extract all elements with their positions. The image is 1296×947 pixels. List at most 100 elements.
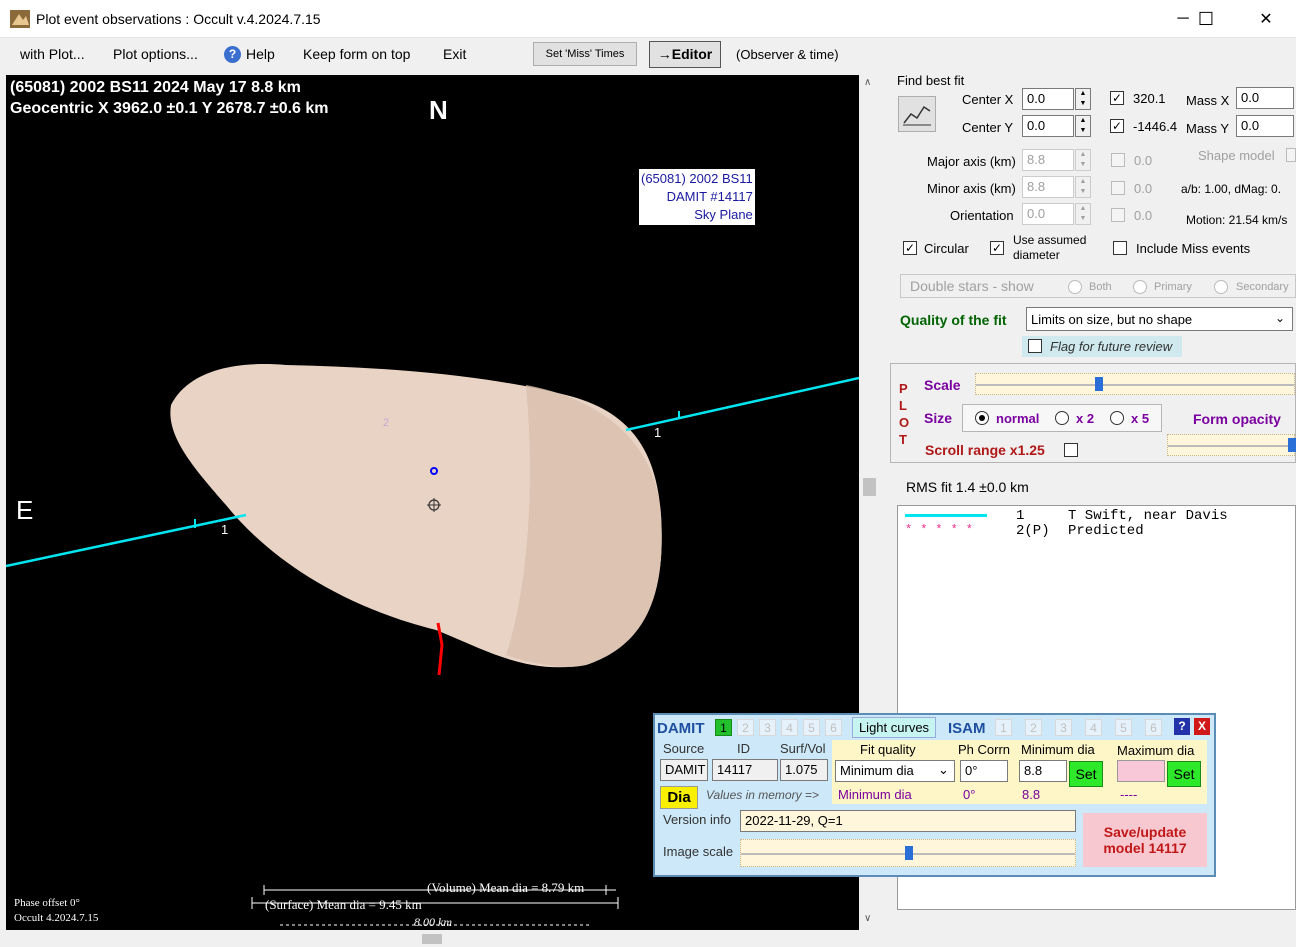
- app-icon: [10, 10, 30, 28]
- center-y-checkbox[interactable]: ✓: [1110, 119, 1124, 133]
- center-x-label: Center X: [962, 92, 1014, 107]
- flag-review-checkbox[interactable]: [1028, 339, 1042, 353]
- legend-num-1: 1: [1016, 508, 1025, 524]
- id-field: 14117: [712, 759, 778, 781]
- shape-model-checkbox[interactable]: [1286, 148, 1296, 162]
- size-x5-label: x 5: [1131, 411, 1150, 426]
- major-axis-input[interactable]: 8.8: [1022, 149, 1074, 171]
- damit-panel: DAMIT 1 2 3 4 5 6 Light curves ISAM 1 2 …: [653, 713, 1216, 877]
- size-normal-radio[interactable]: [975, 411, 989, 425]
- chord-right: [625, 376, 859, 432]
- damit-model-3[interactable]: 3: [759, 719, 776, 736]
- maximize-button[interactable]: ☐: [1183, 0, 1229, 38]
- primary-label: Primary: [1154, 281, 1192, 293]
- damit-model-4[interactable]: 4: [781, 719, 798, 736]
- ph-corr-field[interactable]: 0°: [960, 760, 1008, 782]
- fit-quality-select[interactable]: Minimum dia ⌄: [835, 760, 955, 782]
- double-stars-group: Double stars - show Both Primary Seconda…: [900, 274, 1296, 298]
- help-icon-button[interactable]: ?: [1174, 718, 1190, 735]
- damit-model-6[interactable]: 6: [825, 719, 842, 736]
- image-scale-thumb[interactable]: [905, 846, 913, 860]
- editor-button[interactable]: →Editor: [649, 41, 721, 68]
- legend-line-observed: [905, 514, 987, 517]
- minor-axis-value: 0.0: [1134, 181, 1153, 196]
- mem-ph-corr: 0°: [963, 787, 976, 802]
- form-opacity-thumb[interactable]: [1288, 438, 1296, 452]
- help-icon: ?: [224, 46, 241, 63]
- scroll-range-checkbox[interactable]: [1064, 443, 1078, 457]
- mass-x-input[interactable]: 0.0: [1236, 87, 1294, 109]
- form-opacity-slider[interactable]: [1167, 434, 1296, 456]
- image-scale-slider[interactable]: [740, 839, 1076, 867]
- plot-horizontal-scrollbar[interactable]: [0, 931, 860, 947]
- observer-time-label[interactable]: (Observer & time): [736, 47, 839, 62]
- chevron-down-icon: ⌄: [1275, 311, 1286, 325]
- damit-model-5[interactable]: 5: [803, 719, 820, 736]
- mass-y-label: Mass Y: [1186, 121, 1230, 136]
- isam-model-3[interactable]: 3: [1055, 719, 1072, 736]
- min-dia-field[interactable]: 8.8: [1019, 760, 1067, 782]
- damit-model-1[interactable]: 1: [715, 719, 732, 736]
- set-min-dia-button[interactable]: Set: [1069, 761, 1103, 787]
- form-opacity-label: Form opacity: [1193, 411, 1281, 427]
- center-x-checkbox[interactable]: ✓: [1110, 91, 1124, 105]
- orientation-spinner[interactable]: ▲ ▼: [1075, 203, 1091, 225]
- major-axis-value: 0.0: [1134, 153, 1153, 168]
- flag-review-label: Flag for future review: [1050, 339, 1173, 354]
- plot-side-label: PLOT: [899, 381, 910, 447]
- menu-plot-options[interactable]: Plot options...: [113, 46, 198, 62]
- circular-checkbox[interactable]: ✓: [903, 241, 917, 255]
- flag-review-row[interactable]: Flag for future review: [1022, 336, 1182, 357]
- minor-axis-input[interactable]: 8.8: [1022, 176, 1074, 198]
- damit-label: DAMIT: [657, 720, 705, 737]
- center-y-input[interactable]: 0.0: [1022, 115, 1074, 137]
- set-miss-times-button[interactable]: Set 'Miss' Times: [533, 42, 637, 66]
- plot-settings-panel: PLOT Scale Size normal x 2 x 5 Form opac…: [890, 363, 1296, 463]
- image-scale-label: Image scale: [663, 844, 734, 859]
- center-y-spinner[interactable]: ▲ ▼: [1075, 115, 1091, 137]
- menu-help[interactable]: Help: [246, 46, 275, 62]
- center-x-spinner[interactable]: ▲ ▼: [1075, 88, 1091, 110]
- quality-fit-select[interactable]: Limits on size, but no shape ⌄: [1026, 307, 1293, 331]
- center-y-value: -1446.4: [1133, 119, 1178, 134]
- find-best-fit-label: Find best fit: [897, 73, 965, 88]
- light-curves-button[interactable]: Light curves: [852, 717, 936, 738]
- size-x2-radio[interactable]: [1055, 411, 1069, 425]
- scale-slider-thumb[interactable]: [1095, 377, 1103, 391]
- max-dia-field[interactable]: [1117, 760, 1165, 782]
- close-button[interactable]: ✕: [1243, 0, 1289, 38]
- include-miss-checkbox[interactable]: [1113, 241, 1127, 255]
- use-assumed-checkbox[interactable]: ✓: [990, 241, 1004, 255]
- damit-model-2[interactable]: 2: [737, 719, 754, 736]
- close-icon-button[interactable]: X: [1194, 718, 1210, 735]
- find-best-fit-button[interactable]: [898, 96, 936, 132]
- save-update-model-button[interactable]: Save/update model 14117: [1083, 813, 1207, 867]
- menu-with-plot[interactable]: with Plot...: [20, 46, 85, 62]
- both-radio[interactable]: [1068, 280, 1082, 294]
- occult-version: Occult 4.2024.7.15: [14, 912, 99, 924]
- primary-radio[interactable]: [1133, 280, 1147, 294]
- major-axis-checkbox[interactable]: [1111, 153, 1125, 167]
- mass-y-input[interactable]: 0.0: [1236, 115, 1294, 137]
- orientation-checkbox[interactable]: [1111, 208, 1125, 222]
- minor-axis-spinner[interactable]: ▲ ▼: [1075, 176, 1091, 198]
- secondary-radio[interactable]: [1214, 280, 1228, 294]
- set-max-dia-button[interactable]: Set: [1167, 761, 1201, 787]
- menu-keep-on-top[interactable]: Keep form on top: [303, 46, 410, 62]
- isam-model-6[interactable]: 6: [1145, 719, 1162, 736]
- isam-model-1[interactable]: 1: [995, 719, 1012, 736]
- isam-model-4[interactable]: 4: [1085, 719, 1102, 736]
- isam-model-5[interactable]: 5: [1115, 719, 1132, 736]
- isam-label: ISAM: [948, 720, 986, 737]
- menu-bar: with Plot... Plot options... ? Help Keep…: [0, 38, 1296, 72]
- scale-slider[interactable]: [975, 373, 1295, 395]
- dia-button[interactable]: Dia: [660, 786, 698, 809]
- menu-exit[interactable]: Exit: [443, 46, 466, 62]
- id-label: ID: [737, 741, 750, 756]
- orientation-input[interactable]: 0.0: [1022, 203, 1074, 225]
- major-axis-spinner[interactable]: ▲ ▼: [1075, 149, 1091, 171]
- isam-model-2[interactable]: 2: [1025, 719, 1042, 736]
- minor-axis-checkbox[interactable]: [1111, 181, 1125, 195]
- center-x-input[interactable]: 0.0: [1022, 88, 1074, 110]
- size-x5-radio[interactable]: [1110, 411, 1124, 425]
